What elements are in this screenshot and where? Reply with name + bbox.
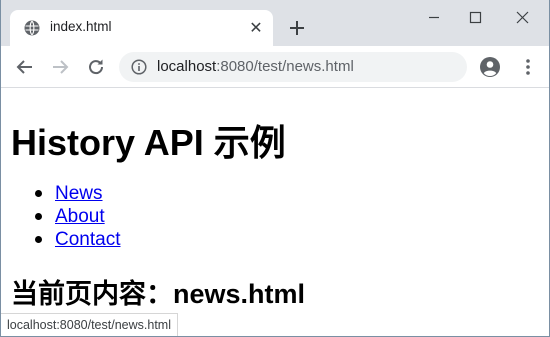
status-bar: localhost:8080/test/news.html — [1, 313, 178, 336]
page-title: History API 示例 — [11, 122, 286, 163]
url-path: :8080/test/news.html — [216, 58, 354, 75]
maximize-icon[interactable] — [453, 0, 499, 34]
minimize-icon[interactable] — [411, 0, 457, 34]
url-host: localhost — [157, 58, 217, 75]
menu-icon[interactable] — [517, 56, 539, 78]
reload-icon[interactable] — [85, 56, 107, 78]
info-icon[interactable] — [131, 59, 147, 75]
new-tab-icon[interactable] — [285, 16, 309, 40]
forward-arrow-icon[interactable] — [49, 56, 71, 78]
tab-close-icon[interactable]: ✕ — [246, 18, 266, 38]
back-arrow-icon[interactable] — [14, 56, 36, 78]
news-link[interactable]: News — [55, 182, 103, 205]
profile-icon[interactable] — [479, 56, 501, 78]
tab-strip: index.html ✕ — [1, 0, 549, 46]
contact-link[interactable]: Contact — [55, 228, 120, 251]
tab-index[interactable]: index.html ✕ — [10, 10, 273, 46]
page-content: History API 示例 News About Contact 当前页内容：… — [1, 88, 549, 336]
about-link[interactable]: About — [55, 205, 105, 228]
close-window-icon[interactable] — [499, 0, 545, 34]
browser-toolbar: localhost:8080/test/news.html — [1, 46, 549, 88]
tab-title: index.html — [50, 19, 112, 34]
globe-icon — [24, 20, 40, 36]
current-page-content: 当前页内容：news.html — [11, 279, 306, 309]
browser-window: index.html ✕ localhost:8080/test/news.ht… — [0, 0, 550, 337]
address-bar[interactable]: localhost:8080/test/news.html — [119, 52, 467, 82]
url-text[interactable]: localhost:8080/test/news.html — [157, 58, 354, 75]
